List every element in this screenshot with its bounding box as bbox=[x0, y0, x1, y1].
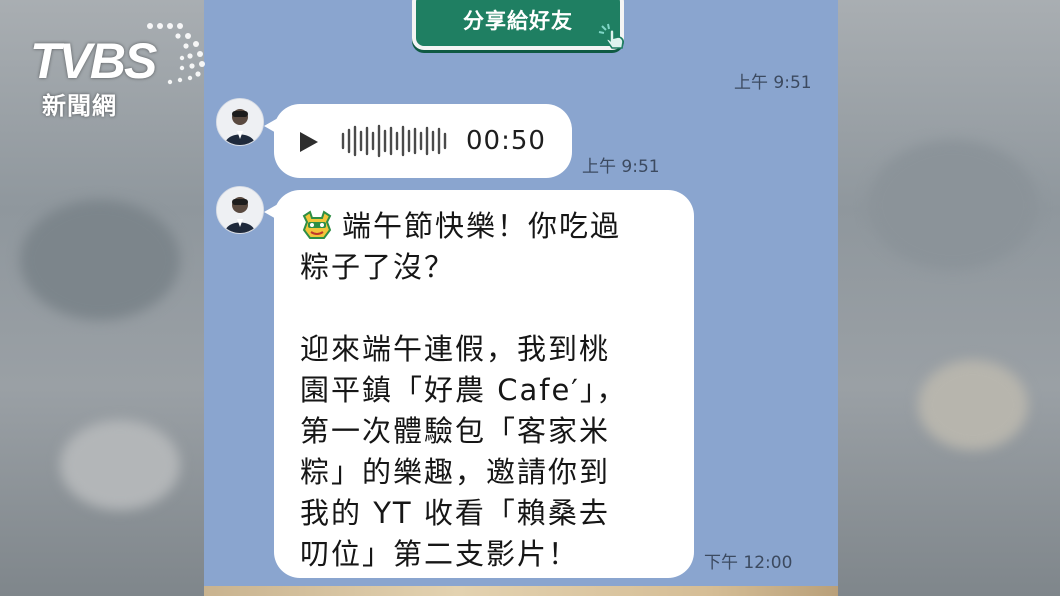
message-text: 端午節快樂！你吃過 粽子了沒？ 迎來端午連假，我到桃 園平鎮「好農 Cafe′」… bbox=[300, 206, 680, 575]
share-to-friends-button[interactable]: 分享給好友 bbox=[412, 0, 624, 50]
avatar-image bbox=[217, 187, 263, 233]
message-line: 園平鎮「好農 Cafe′」， bbox=[300, 373, 628, 407]
avatar[interactable] bbox=[216, 98, 264, 146]
logo-subtitle: 新聞網 bbox=[42, 92, 117, 120]
avatar[interactable] bbox=[216, 186, 264, 234]
message-line: 叨位」第二支影片！ bbox=[300, 537, 580, 571]
message-line: 迎來端午連假，我到桃 bbox=[300, 332, 611, 366]
bottom-edge bbox=[204, 586, 838, 596]
chat-screen: 分享給好友 上午 9:51 00:50 上午 9:51 端午節快樂！你吃過 粽子… bbox=[204, 0, 838, 596]
message-line-text: 端午節快樂！你吃過 bbox=[342, 209, 622, 243]
message-line: 我的 YT 收看「賴桑去 bbox=[300, 496, 610, 530]
message-line: 粽」的樂趣，邀請你到 bbox=[300, 455, 611, 489]
voice-timestamp: 上午 9:51 bbox=[582, 157, 660, 177]
message-timestamp: 下午 12:00 bbox=[704, 553, 793, 573]
share-button-label: 分享給好友 bbox=[463, 9, 573, 33]
waveform bbox=[341, 124, 447, 158]
message-line: 粽子了沒？ bbox=[300, 250, 456, 284]
message-line: 端午節快樂！你吃過 bbox=[300, 206, 680, 247]
message-line: 第一次體驗包「客家米 bbox=[300, 414, 611, 448]
play-icon[interactable] bbox=[300, 132, 318, 152]
timestamp-top: 上午 9:51 bbox=[734, 73, 812, 93]
tvbs-logo: TVBS 新聞網 bbox=[30, 18, 220, 120]
voice-message-bubble[interactable]: 00:50 bbox=[264, 104, 572, 178]
text-message-bubble[interactable]: 端午節快樂！你吃過 粽子了沒？ 迎來端午連假，我到桃 園平鎮「好農 Cafe′」… bbox=[264, 190, 694, 578]
right-blurred-background bbox=[838, 0, 1060, 596]
logo-brand: TVBS bbox=[30, 33, 157, 89]
avatar-image bbox=[217, 99, 263, 145]
voice-duration: 00:50 bbox=[466, 126, 546, 156]
dragon-emoji-icon bbox=[302, 210, 332, 239]
tap-hand-icon bbox=[598, 23, 624, 49]
